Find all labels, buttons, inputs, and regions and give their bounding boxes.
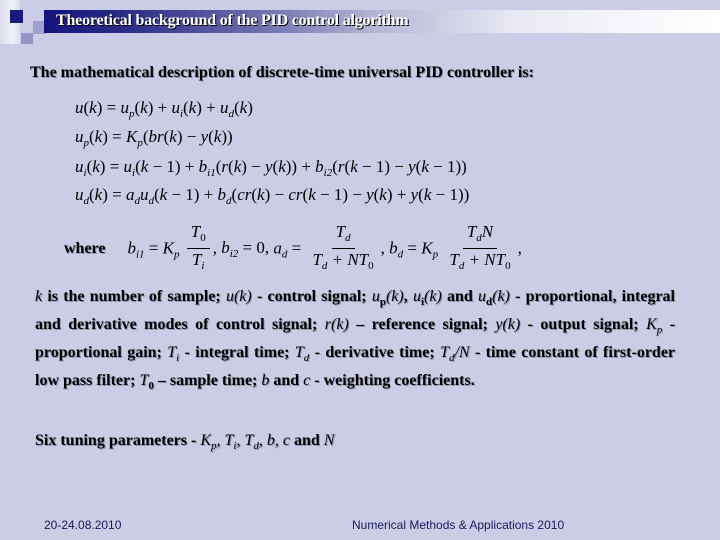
tuning-parameters: Six tuning parameters - Kp, Ti, Td, b, c… — [35, 432, 334, 452]
ad-fraction: Td Td + NT0 — [308, 222, 377, 277]
decor-square-icon — [10, 10, 23, 23]
denominator: T — [449, 249, 459, 269]
var-ud-arg: (k) — [492, 288, 510, 305]
slide-title: Theoretical background of the PID contro… — [56, 12, 409, 29]
bi1-fraction: T0 Ti — [186, 221, 210, 277]
denominator-rest: + NT — [331, 249, 369, 269]
numerator: T — [335, 221, 346, 241]
bi2-definition: bi2 = 0, — [221, 238, 274, 260]
numerator-subscript: 0 — [200, 231, 206, 244]
kp-subscript: p — [173, 247, 180, 260]
where-label: where — [64, 240, 106, 257]
var-up-arg: (k) — [385, 288, 404, 305]
def-text: and — [441, 288, 478, 305]
def-text: - control signal; — [251, 288, 372, 305]
param-n: N — [323, 432, 335, 449]
bi2-symbol: b — [221, 238, 230, 257]
var-u: u(k) — [225, 288, 252, 305]
denominator-subscript: d — [321, 259, 328, 272]
denominator-rest: + NT — [468, 249, 506, 269]
ad-symbol: a — [273, 237, 282, 257]
def-text: - derivative time; — [309, 343, 441, 361]
kp-subscript: p — [432, 247, 439, 260]
bd-definition: bd = Kp TdN Td + NT0 , — [389, 222, 522, 277]
variable-definitions: k is the number of sample; u(k) - contro… — [35, 286, 675, 398]
bi1-definition: bi1 = Kp T0 Ti , — [127, 222, 221, 277]
param-c: c — [282, 432, 290, 449]
param-b: b — [266, 432, 275, 449]
denominator: T — [312, 249, 322, 269]
def-text: is the number of sample; — [42, 288, 226, 305]
equation-integral: ui(k) = ui(k − 1) + bi1(r(k) − y(k)) + b… — [75, 157, 467, 179]
def-text: - weighting coefficients. — [310, 371, 475, 389]
param-kp: K — [200, 432, 211, 449]
bi1-subscript: i1 — [135, 247, 145, 260]
separator: , — [274, 432, 283, 449]
bi2-value: 0 — [256, 238, 265, 257]
var-t0: T — [139, 371, 149, 389]
var-r: r(k) — [324, 315, 349, 333]
var-tdn-rest: /N — [454, 343, 470, 361]
denominator-subscript: i — [201, 259, 205, 272]
footer-conference: Numerical Methods & Applications 2010 — [352, 518, 565, 532]
def-text: - output signal; — [520, 315, 647, 333]
denominator-rest-subscript: 0 — [505, 259, 511, 272]
var-kp: K — [646, 315, 657, 333]
coefficient-definitions: where bi1 = Kp T0 Ti , bi2 = 0, ad = Td … — [64, 222, 522, 276]
kp-symbol: K — [421, 237, 433, 257]
bd-subscript: d — [397, 247, 404, 260]
def-text: – reference signal; — [348, 315, 496, 333]
var-tdn: T — [440, 343, 449, 361]
def-text: and — [269, 371, 304, 389]
var-ui: u — [412, 288, 421, 305]
separator: , — [216, 432, 225, 449]
numerator-subscript: d — [345, 231, 351, 244]
equation-control-signal: u(k) = up(k) + ui(k) + ud(k) — [75, 98, 253, 120]
denominator-rest-subscript: 0 — [368, 259, 374, 272]
bd-symbol: b — [389, 237, 398, 257]
var-ud: u — [478, 288, 486, 305]
bi1-symbol: b — [127, 237, 136, 257]
ad-definition: ad = Td Td + NT0 , — [273, 222, 389, 277]
bd-fraction: TdN Td + NT0 — [445, 222, 514, 277]
decor-square-icon — [21, 33, 33, 44]
tuning-prefix: Six tuning parameters - — [35, 432, 201, 449]
numerator: T — [190, 221, 201, 241]
numerator-rest: N — [481, 221, 494, 241]
def-text: – sample time; — [153, 371, 262, 389]
intro-text: The mathematical description of discrete… — [30, 64, 534, 81]
denominator-subscript: d — [458, 259, 465, 272]
equation-proportional: up(k) = Kp(br(k) − y(k)) — [75, 127, 233, 149]
var-up: u — [371, 288, 380, 305]
numerator: T — [466, 221, 477, 241]
kp-symbol: K — [162, 237, 174, 257]
footer-date: 20-24.08.2010 — [44, 518, 122, 532]
var-td: T — [294, 343, 304, 361]
separator: , — [258, 432, 267, 449]
var-ui-arg: (k) — [424, 288, 442, 305]
denominator: T — [191, 249, 202, 269]
tuning-and: and — [289, 432, 324, 449]
equation-derivative: ud(k) = adud(k − 1) + bd(cr(k) − cr(k − … — [75, 185, 470, 207]
var-y: y(k) — [495, 315, 521, 333]
def-text: , — [403, 288, 413, 305]
bi2-subscript: i2 — [229, 248, 239, 260]
var-ti: T — [167, 343, 177, 361]
def-text: - integral time; — [179, 343, 295, 361]
ad-subscript: d — [281, 247, 288, 260]
